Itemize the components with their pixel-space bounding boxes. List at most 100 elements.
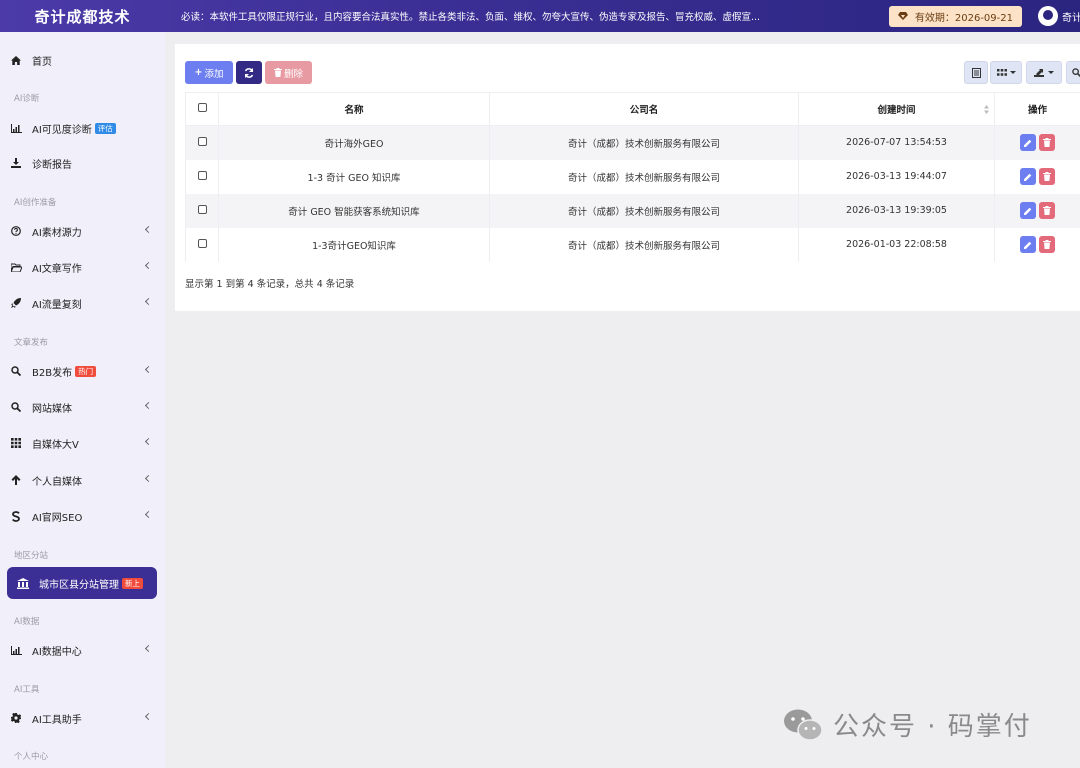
hot-badge: 热门	[75, 365, 97, 377]
cell-name: 1-3奇计GEO知识库	[218, 227, 490, 262]
sidebar-section-ai-data: AI数据	[14, 617, 40, 627]
row-checkbox[interactable]	[197, 170, 207, 180]
columns-button[interactable]	[990, 61, 1022, 84]
sidebar-item-label: AI流量复刻	[32, 299, 82, 311]
new-badge: 新上	[122, 577, 143, 589]
sidebar-item-material[interactable]: AI素材源力	[0, 217, 165, 245]
diamond-icon	[897, 12, 908, 20]
avatar[interactable]	[1038, 6, 1058, 26]
chevron-left-icon	[144, 644, 153, 653]
row-checkbox[interactable]	[197, 204, 207, 214]
cell-created: 2026-03-13 19:39:05	[798, 193, 995, 228]
row-checkbox[interactable]	[197, 238, 207, 248]
sidebar-item-label: 诊断报告	[32, 159, 72, 171]
column-header-company[interactable]: 公司名	[489, 92, 799, 126]
sidebar-item-label: B2B发布	[32, 367, 73, 379]
arrow-up-icon	[10, 474, 22, 486]
cell-company: 奇计（成都）技术创新服务有限公司	[489, 193, 799, 228]
sidebar-item-label: 自媒体大V	[32, 439, 79, 451]
trash-icon	[1043, 138, 1051, 148]
cell-created: 2026-01-03 22:08:58	[798, 227, 995, 262]
sidebar-item-tool-helper[interactable]: AI工具助手	[0, 704, 165, 732]
column-header-created-label: 创建时间	[877, 105, 916, 116]
chevron-left-icon	[144, 437, 153, 446]
sidebar: 首页 AI诊断 AI可见度诊断 评估 诊断报告 AI创作准备 AI素材源力 AI…	[0, 32, 165, 768]
search-toggle-button[interactable]	[1066, 61, 1080, 84]
bar-chart-icon	[10, 122, 22, 134]
sidebar-item-label: AI工具助手	[32, 714, 82, 726]
add-button[interactable]: + 添加	[185, 61, 233, 84]
sidebar-item-label: AI数据中心	[32, 646, 82, 658]
sidebar-item-article[interactable]: AI文章写作	[0, 253, 165, 281]
search-icon	[1071, 68, 1080, 77]
eval-badge: 评估	[94, 122, 116, 134]
sidebar-item-label: 个人自媒体	[32, 476, 82, 488]
download-icon	[10, 157, 22, 169]
delete-button[interactable]: 删除	[265, 61, 312, 84]
user-menu[interactable]: 奇计	[1038, 6, 1080, 26]
delete-row-button[interactable]	[1039, 134, 1055, 152]
watermark: 公众号 · 码掌付	[783, 706, 1032, 743]
sidebar-section-ai-diag: AI诊断	[14, 94, 40, 104]
sidebar-section-ai-tools: AI工具	[14, 685, 40, 695]
trash-icon	[1043, 172, 1051, 181]
gear-icon	[10, 712, 22, 724]
chevron-left-icon	[144, 712, 153, 721]
chevron-left-icon	[144, 510, 153, 519]
delete-row-button[interactable]	[1039, 168, 1055, 185]
edit-button[interactable]	[1020, 202, 1036, 219]
sidebar-item-personal-media[interactable]: 个人自媒体	[0, 466, 165, 494]
sidebar-item-label: 首页	[32, 56, 52, 68]
notice-text: 必读：本软件工具仅限正规行业，且内容要合法真实性。禁止各类非法、负面、维权、勿夸…	[181, 12, 761, 23]
select-all-cell	[185, 92, 219, 126]
user-name[interactable]: 奇计	[1062, 9, 1080, 24]
trash-icon	[1043, 206, 1051, 215]
grid-icon	[10, 437, 22, 449]
cell-name: 奇计海外GEO	[218, 125, 490, 160]
brand-title[interactable]: 奇计成都技术	[0, 6, 165, 27]
sidebar-item-self-media-v[interactable]: 自媒体大V	[0, 429, 165, 457]
bank-icon	[17, 577, 29, 589]
export-button[interactable]	[1026, 61, 1062, 84]
chevron-left-icon	[144, 297, 153, 306]
toggle-view-button[interactable]	[964, 61, 988, 84]
sidebar-item-site-media[interactable]: 网站媒体	[0, 393, 165, 421]
sidebar-item-visibility[interactable]: AI可见度诊断 评估	[0, 114, 165, 142]
delete-row-button[interactable]	[1039, 202, 1055, 219]
sidebar-item-label: 网站媒体	[32, 403, 72, 415]
edit-button[interactable]	[1020, 134, 1036, 152]
column-header-name[interactable]: 名称	[218, 92, 490, 126]
cell-company: 奇计（成都）技术创新服务有限公司	[489, 227, 799, 262]
sidebar-item-traffic[interactable]: AI流量复刻	[0, 289, 165, 317]
grid-icon	[996, 68, 1007, 76]
sidebar-item-label: AI文章写作	[32, 263, 82, 275]
wechat-icon	[784, 709, 823, 741]
sidebar-item-official-seo[interactable]: AI官网SEO	[0, 502, 165, 530]
refresh-button[interactable]	[236, 61, 262, 84]
chevron-left-icon	[144, 401, 153, 410]
chevron-left-icon	[144, 261, 153, 270]
top-header: 奇计成都技术 必读：本软件工具仅限正规行业，且内容要合法真实性。禁止各类非法、负…	[0, 0, 1080, 32]
sidebar-item-report[interactable]: 诊断报告	[0, 149, 165, 177]
validity-text: 有效期：2026-09-21	[914, 12, 1013, 24]
select-all-checkbox[interactable]	[197, 103, 207, 112]
sidebar-item-home[interactable]: 首页	[0, 46, 165, 74]
column-header-created[interactable]: 创建时间	[798, 92, 995, 126]
sidebar-section-ai-create: AI创作准备	[14, 198, 57, 208]
edit-button[interactable]	[1020, 236, 1036, 253]
cell-name: 1-3 奇计 GEO 知识库	[218, 159, 490, 194]
edit-button[interactable]	[1020, 168, 1036, 185]
list-icon	[971, 67, 981, 78]
delete-row-button[interactable]	[1039, 236, 1055, 253]
pencil-icon	[1024, 139, 1032, 147]
sidebar-item-city-station[interactable]: 城市区县分站管理 新上	[7, 567, 157, 599]
sidebar-item-b2b[interactable]: B2B发布 热门	[0, 357, 165, 385]
chevron-left-icon	[144, 225, 153, 234]
sidebar-item-data-center[interactable]: AI数据中心	[0, 636, 165, 664]
search-icon	[10, 401, 22, 413]
table-row: 奇计海外GEO 奇计（成都）技术创新服务有限公司 2026-07-07 13:5…	[185, 125, 1080, 160]
pagination-summary: 显示第 1 到第 4 条记录，总共 4 条记录	[185, 279, 355, 290]
row-checkbox[interactable]	[197, 136, 207, 146]
table-header-row: 名称 公司名 创建时间 操作	[185, 92, 1080, 126]
export-icon	[1034, 69, 1044, 77]
